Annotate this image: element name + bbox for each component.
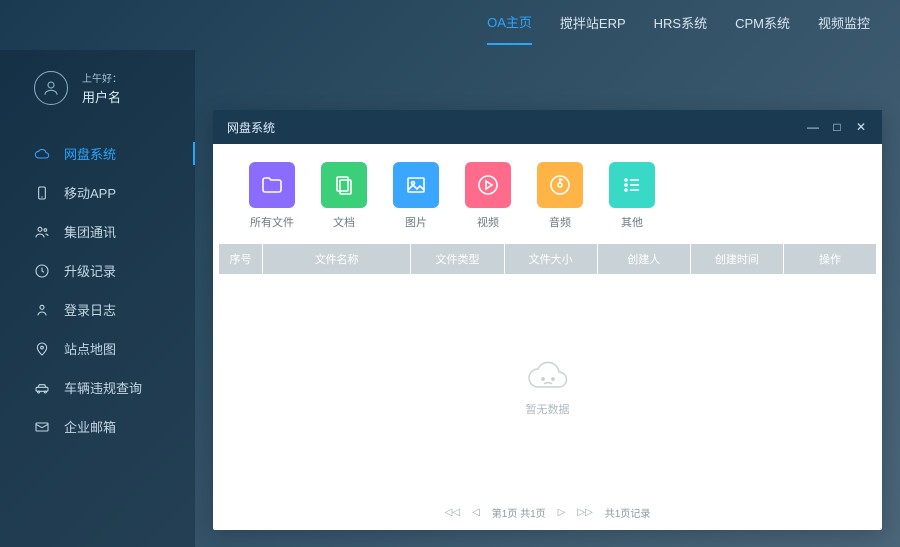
cat-doc[interactable]: 文档	[321, 162, 367, 230]
nav-cpm[interactable]: CPM系统	[735, 7, 790, 44]
mobile-icon	[34, 185, 50, 201]
pager: ◁◁ ◁ 第1页 共1页 ▷ ▷▷ 共1页记录	[213, 497, 882, 530]
col-name: 文件名称	[263, 244, 411, 274]
close-icon[interactable]: ✕	[854, 120, 868, 134]
sidebar-item-label: 集团通讯	[64, 222, 116, 241]
document-icon	[321, 162, 367, 208]
col-type: 文件类型	[411, 244, 504, 274]
list-icon	[609, 162, 655, 208]
pager-prev-icon[interactable]: ◁	[472, 507, 480, 518]
avatar	[34, 71, 68, 105]
panel-title: 网盘系统	[227, 119, 275, 136]
maximize-icon[interactable]: □	[830, 120, 844, 134]
user-text: 上午好： 用户名	[82, 70, 122, 106]
col-time: 创建时间	[691, 244, 784, 274]
cat-all[interactable]: 所有文件	[249, 162, 295, 230]
empty-state: 暂无数据	[213, 274, 882, 497]
image-icon	[393, 162, 439, 208]
pager-last-icon[interactable]: ▷▷	[577, 507, 592, 518]
sidebar-item-disk[interactable]: 网盘系统	[0, 134, 195, 173]
folder-icon	[249, 162, 295, 208]
content: 网盘系统 — □ ✕ 所有文件 文档	[195, 50, 900, 547]
user-block: 上午好： 用户名	[0, 70, 195, 134]
cloud-icon	[34, 146, 50, 162]
sidebar-item-contacts[interactable]: 集团通讯	[0, 212, 195, 251]
car-icon	[34, 380, 50, 396]
col-creator: 创建人	[598, 244, 691, 274]
cat-label: 其他	[621, 214, 643, 230]
cat-video[interactable]: 视频	[465, 162, 511, 230]
sidebar-item-log[interactable]: 登录日志	[0, 290, 195, 329]
nav-erp[interactable]: 搅拌站ERP	[560, 7, 626, 44]
contacts-icon	[34, 224, 50, 240]
pager-next-icon[interactable]: ▷	[558, 507, 566, 518]
category-row: 所有文件 文档 图片	[213, 144, 882, 244]
greeting: 上午好：	[82, 70, 122, 85]
sitemap-icon	[34, 341, 50, 357]
mail-icon	[34, 419, 50, 435]
col-size: 文件大小	[505, 244, 598, 274]
nav-video[interactable]: 视频监控	[818, 7, 870, 44]
sidebar-item-mail[interactable]: 企业邮箱	[0, 407, 195, 446]
sidebar-item-update[interactable]: 升级记录	[0, 251, 195, 290]
table-header: 序号 文件名称 文件类型 文件大小 创建人 创建时间 操作	[219, 244, 876, 274]
cat-image[interactable]: 图片	[393, 162, 439, 230]
col-idx: 序号	[219, 244, 263, 274]
video-icon	[465, 162, 511, 208]
cat-audio[interactable]: 音频	[537, 162, 583, 230]
sidebar-item-label: 车辆违规查询	[64, 378, 142, 397]
sidebar-item-label: 升级记录	[64, 261, 116, 280]
cat-label: 文档	[333, 214, 355, 230]
sidebar-item-sitemap[interactable]: 站点地图	[0, 329, 195, 368]
cat-label: 音频	[549, 214, 571, 230]
sidebar: 上午好： 用户名 网盘系统 移动APP 集团通讯 升级记录 登录日志 站点地图	[0, 50, 195, 547]
update-icon	[34, 263, 50, 279]
sidebar-item-label: 登录日志	[64, 300, 116, 319]
pager-first-icon[interactable]: ◁◁	[445, 507, 460, 518]
panel-titlebar: 网盘系统 — □ ✕	[213, 110, 882, 144]
col-act: 操作	[784, 244, 876, 274]
audio-icon	[537, 162, 583, 208]
cat-label: 视频	[477, 214, 499, 230]
empty-cloud-icon	[524, 355, 572, 395]
top-nav: OA主页 搅拌站ERP HRS系统 CPM系统 视频监控	[0, 0, 900, 50]
log-icon	[34, 302, 50, 318]
pager-page-info: 第1页 共1页	[492, 505, 546, 520]
nav-oa-home[interactable]: OA主页	[487, 6, 532, 45]
sidebar-item-label: 站点地图	[64, 339, 116, 358]
username: 用户名	[82, 87, 122, 106]
empty-text: 暂无数据	[526, 401, 570, 417]
pager-record-info: 共1页记录	[605, 505, 651, 520]
cat-other[interactable]: 其他	[609, 162, 655, 230]
sidebar-item-label: 移动APP	[64, 183, 116, 202]
nav-hrs[interactable]: HRS系统	[654, 7, 707, 44]
sidebar-item-app[interactable]: 移动APP	[0, 173, 195, 212]
window-controls: — □ ✕	[806, 120, 868, 134]
disk-panel: 网盘系统 — □ ✕ 所有文件 文档	[213, 110, 882, 530]
sidebar-item-car[interactable]: 车辆违规查询	[0, 368, 195, 407]
cat-label: 图片	[405, 214, 427, 230]
minimize-icon[interactable]: —	[806, 120, 820, 134]
sidebar-item-label: 企业邮箱	[64, 417, 116, 436]
file-table: 序号 文件名称 文件类型 文件大小 创建人 创建时间 操作	[219, 244, 876, 274]
sidebar-item-label: 网盘系统	[64, 144, 116, 163]
cat-label: 所有文件	[250, 214, 294, 230]
